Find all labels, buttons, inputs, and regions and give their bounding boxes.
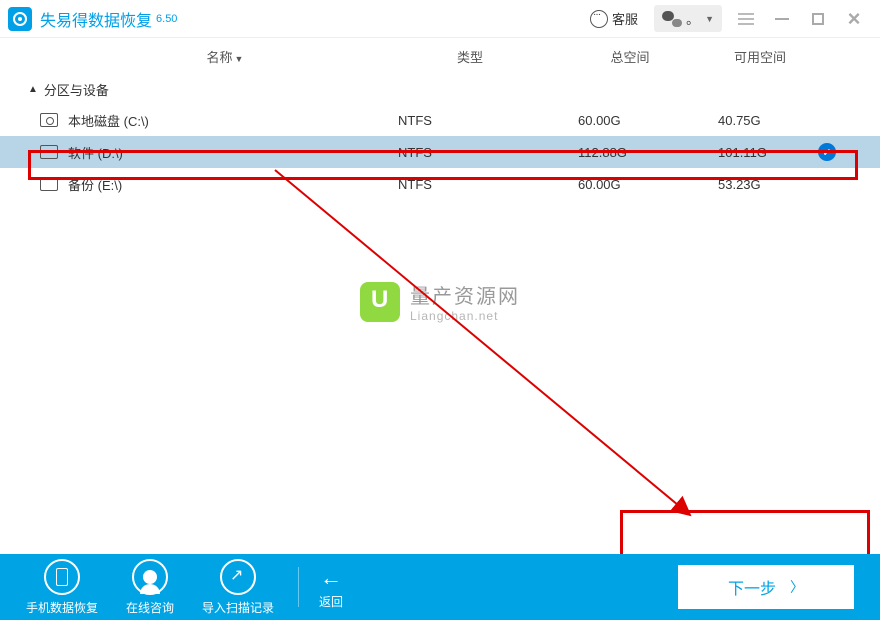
drive-type: NTFS <box>398 145 578 160</box>
divider <box>298 567 299 607</box>
watermark: 量产资源网 Liangchan.net <box>360 280 520 323</box>
menu-button[interactable] <box>728 5 764 33</box>
column-available[interactable]: 可用空间 <box>700 47 820 66</box>
titlebar: 失易得数据恢复 6.50 客服 。 ▼ × <box>0 0 880 38</box>
watermark-sub: Liangchan.net <box>410 309 520 323</box>
section-partitions[interactable]: ▲ 分区与设备 <box>0 74 880 104</box>
drive-available: 53.23G <box>718 177 818 192</box>
online-label: 在线咨询 <box>126 599 174 616</box>
drive-row-e[interactable]: 备份 (E:\) NTFS 60.00G 53.23G <box>0 168 880 200</box>
chevron-down-icon: ▼ <box>705 14 714 24</box>
back-label: 返回 <box>319 593 343 610</box>
user-icon <box>132 559 168 595</box>
phone-icon <box>44 559 80 595</box>
section-label: 分区与设备 <box>44 80 109 99</box>
minimize-button[interactable] <box>764 5 800 33</box>
drive-icon <box>40 145 58 159</box>
chevron-right-icon: 〉 <box>790 577 804 597</box>
next-button[interactable]: 下一步 〉 <box>678 565 854 609</box>
close-button[interactable]: × <box>836 5 872 33</box>
app-logo <box>8 7 32 31</box>
drive-icon <box>40 177 58 191</box>
drive-type: NTFS <box>398 113 578 128</box>
table-header: 名称▼ 类型 总空间 可用空间 <box>0 38 880 74</box>
drive-total: 60.00G <box>578 177 718 192</box>
wechat-icon <box>662 11 682 27</box>
drive-row-d[interactable]: 软件 (D:\) NTFS 112.88G 101.11G ✓ <box>0 136 880 168</box>
next-label: 下一步 <box>728 575 776 599</box>
drive-available: 101.11G <box>718 145 818 160</box>
kefu-label: 客服 <box>612 9 638 28</box>
maximize-icon <box>812 13 824 25</box>
app-title: 失易得数据恢复 <box>40 7 152 31</box>
phone-recovery-button[interactable]: 手机数据恢复 <box>26 559 98 616</box>
drive-total: 60.00G <box>578 113 718 128</box>
chat-icon <box>590 10 608 28</box>
back-button[interactable]: ← 返回 <box>319 565 343 610</box>
sort-icon: ▼ <box>235 54 244 64</box>
maximize-button[interactable] <box>800 5 836 33</box>
footer: 手机数据恢复 在线咨询 导入扫描记录 ← 返回 下一步 〉 <box>0 554 880 620</box>
disk-icon <box>40 113 58 127</box>
expand-icon: ▲ <box>28 84 38 95</box>
column-name[interactable]: 名称▼ <box>20 47 380 66</box>
import-scan-button[interactable]: 导入扫描记录 <box>202 559 274 616</box>
drive-name: 备份 (E:\) <box>68 175 398 194</box>
phone-label: 手机数据恢复 <box>26 599 98 616</box>
back-arrow-icon: ← <box>320 565 342 591</box>
column-type[interactable]: 类型 <box>380 47 560 66</box>
watermark-title: 量产资源网 <box>410 280 520 309</box>
drive-type: NTFS <box>398 177 578 192</box>
online-consult-button[interactable]: 在线咨询 <box>126 559 174 616</box>
annotation-arrow <box>270 165 710 535</box>
check-icon: ✓ <box>818 143 836 161</box>
drive-row-c[interactable]: 本地磁盘 (C:\) NTFS 60.00G 40.75G <box>0 104 880 136</box>
wechat-dropdown[interactable]: 。 ▼ <box>654 5 722 32</box>
app-version: 6.50 <box>156 13 177 25</box>
drive-name: 软件 (D:\) <box>68 143 398 162</box>
wechat-dot: 。 <box>686 9 699 28</box>
drive-total: 112.88G <box>578 145 718 160</box>
customer-service-button[interactable]: 客服 <box>580 9 648 28</box>
menu-icon <box>738 13 754 25</box>
watermark-logo <box>360 282 400 322</box>
drive-name: 本地磁盘 (C:\) <box>68 111 398 130</box>
drive-available: 40.75G <box>718 113 818 128</box>
close-icon: × <box>848 6 861 32</box>
column-total[interactable]: 总空间 <box>560 47 700 66</box>
import-icon <box>220 559 256 595</box>
minimize-icon <box>775 18 789 20</box>
import-label: 导入扫描记录 <box>202 599 274 616</box>
